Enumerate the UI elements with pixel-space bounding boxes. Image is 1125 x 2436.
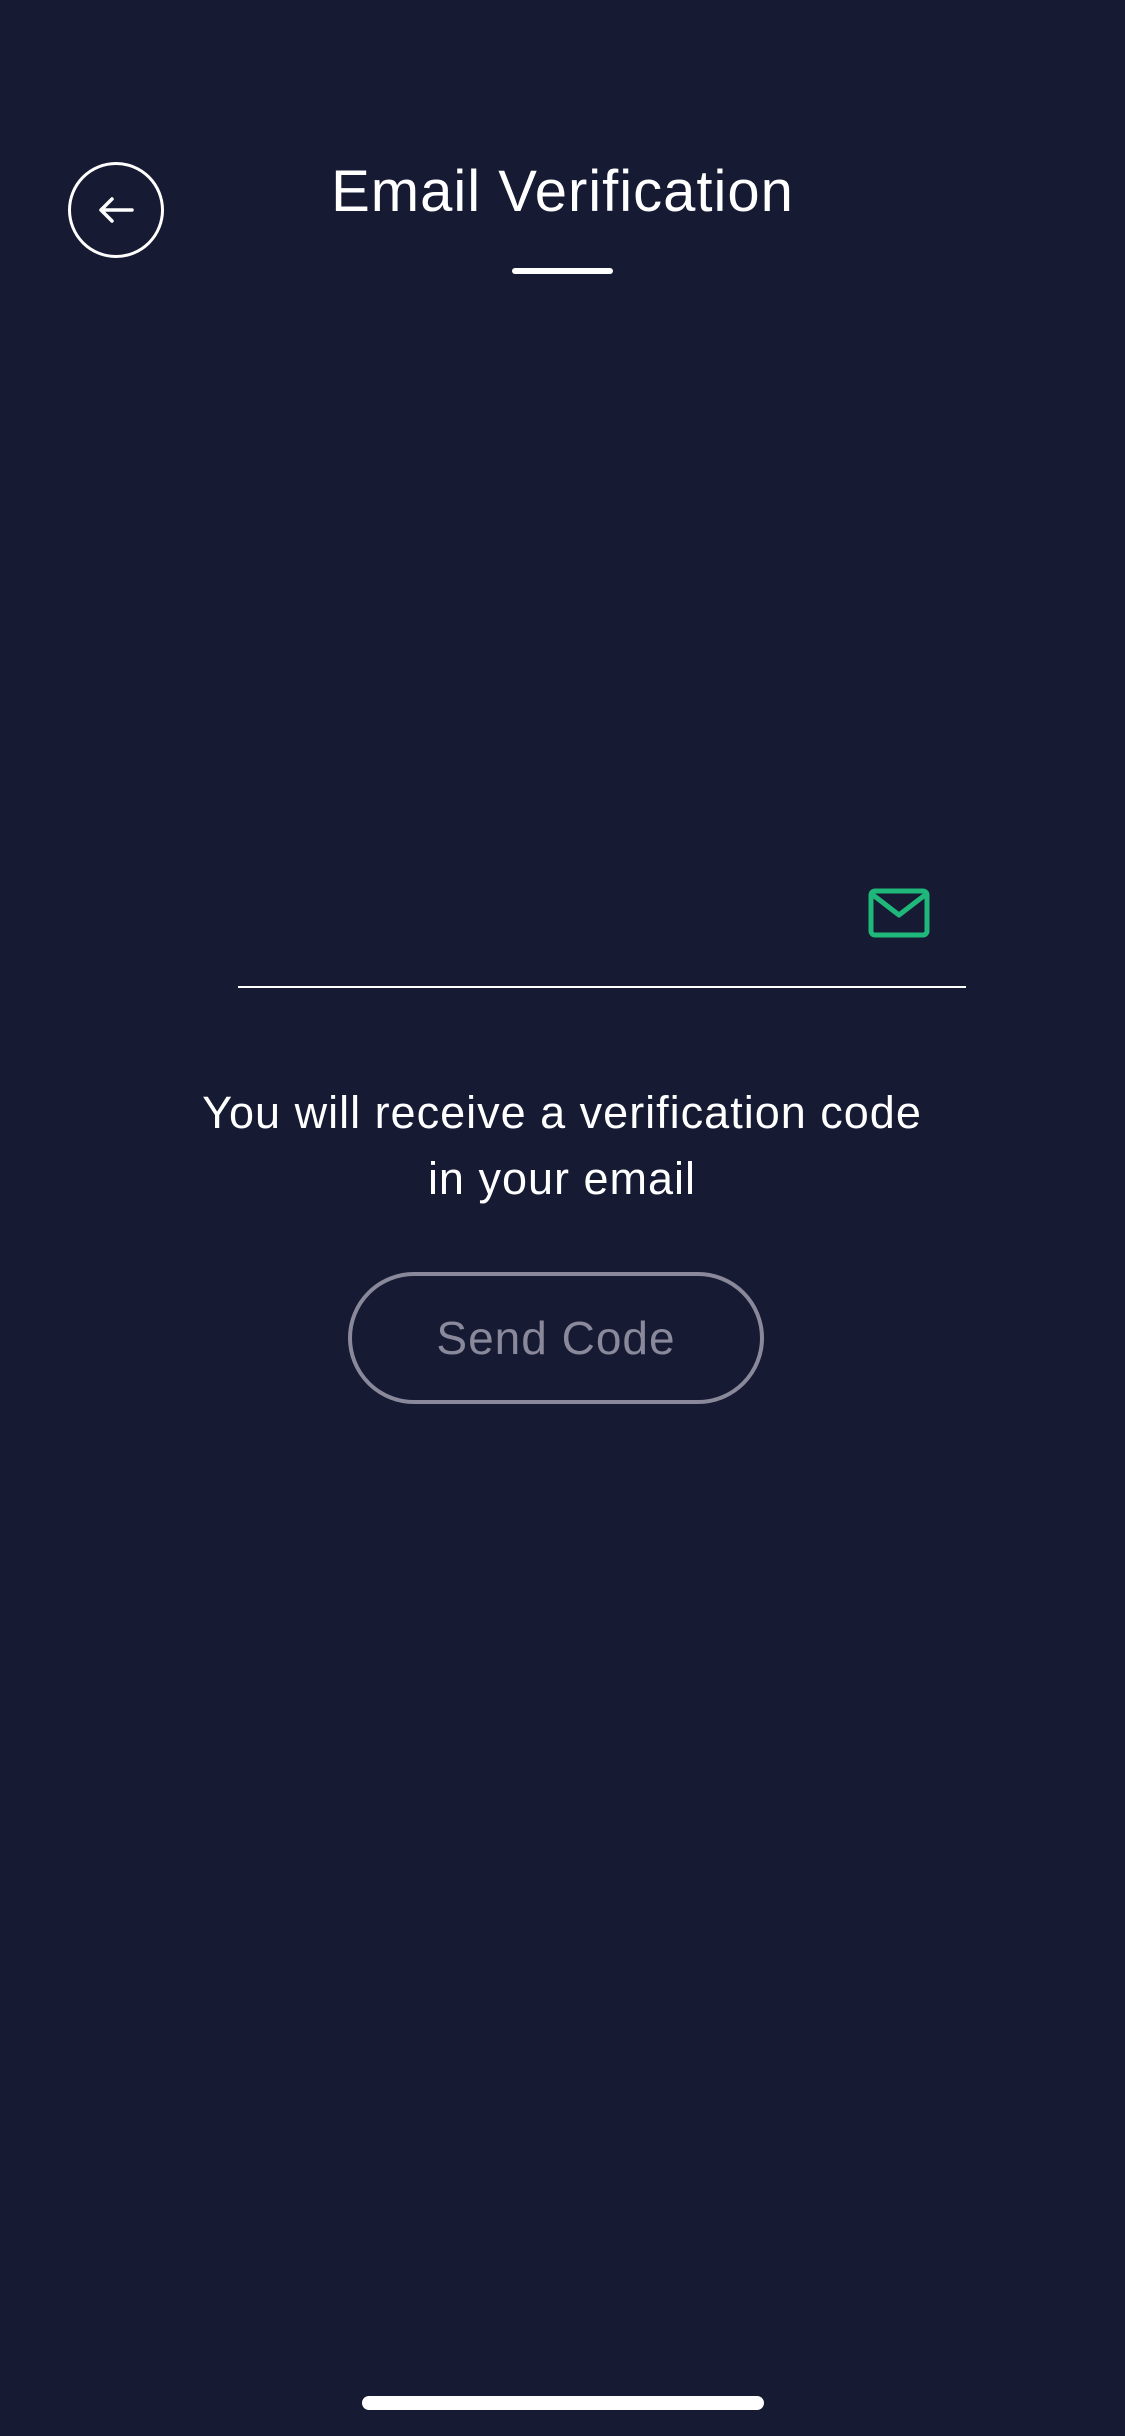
title-underline <box>512 268 613 274</box>
verification-info-text: You will receive a verification code in … <box>112 1080 1012 1212</box>
email-input[interactable] <box>238 880 842 972</box>
mail-icon <box>868 888 930 938</box>
send-code-button[interactable]: Send Code <box>348 1272 764 1404</box>
info-line-2: in your email <box>427 1153 697 1204</box>
page-title: Email Verification <box>331 159 794 224</box>
info-line-1: You will receive a verification code <box>202 1087 922 1138</box>
home-indicator <box>362 2396 764 2410</box>
email-field[interactable] <box>238 860 966 988</box>
